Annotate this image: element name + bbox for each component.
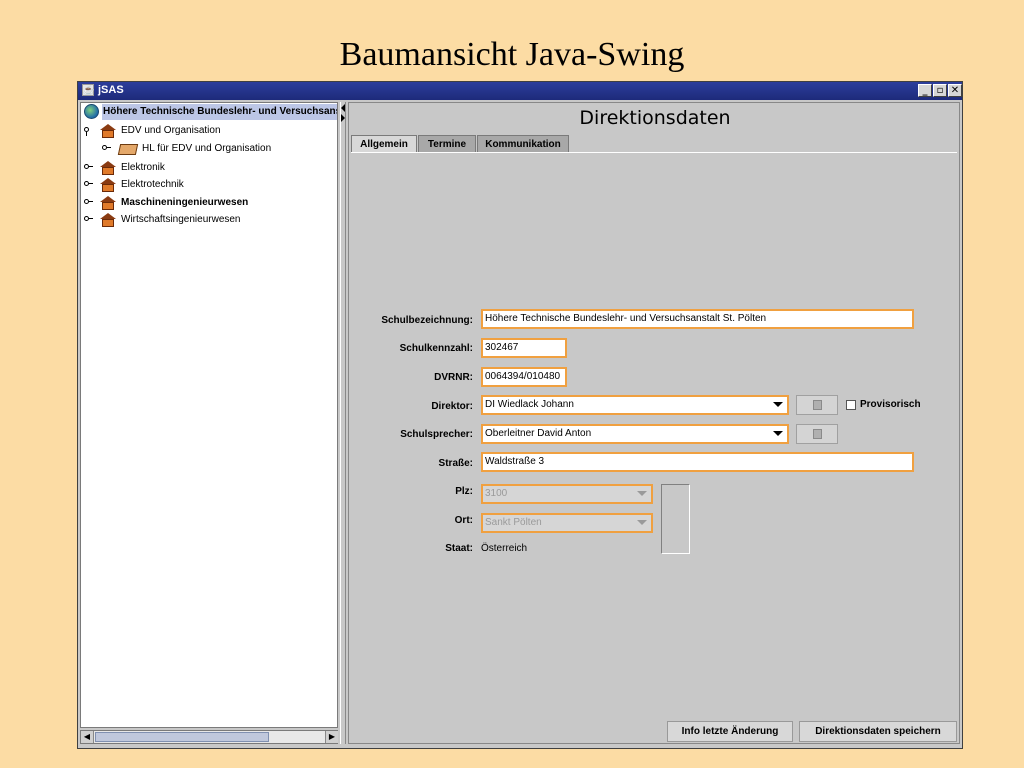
label-dvrnr: DVRNR:	[434, 372, 473, 383]
tab-kommunikation[interactable]: Kommunikation	[477, 135, 569, 152]
scroll-right-icon[interactable]: ▶	[325, 731, 338, 743]
direktor-select[interactable]: DI Wiedlack Johann	[481, 395, 789, 415]
schulkennzahl-field[interactable]: 302467	[481, 338, 567, 358]
tree-item-label: Wirtschaftsingenieurwesen	[121, 214, 241, 225]
tree-item-label: EDV und Organisation	[121, 125, 221, 136]
tree-horizontal-scrollbar[interactable]: ◀ ▶	[80, 730, 338, 744]
ort-selected-value: Sankt Pölten	[485, 517, 542, 528]
collapse-handle-icon[interactable]	[84, 199, 93, 206]
school-house-icon	[100, 124, 116, 138]
expand-handle-icon[interactable]	[84, 127, 93, 136]
collapse-left-icon[interactable]	[341, 104, 345, 112]
tab-divider	[351, 152, 957, 153]
collapse-handle-icon[interactable]	[84, 181, 93, 188]
label-schulsprecher: Schulsprecher:	[400, 429, 473, 440]
schulsprecher-select[interactable]: Oberleitner David Anton	[481, 424, 789, 444]
window-titlebar[interactable]: ☕ jSAS _ ▫ ✕	[78, 82, 962, 100]
strasse-field[interactable]: Waldstraße 3	[481, 452, 914, 472]
dropdown-arrow-icon[interactable]	[773, 431, 783, 436]
label-schulbezeichnung: Schulbezeichnung:	[381, 315, 473, 326]
direktionsdaten-speichern-button[interactable]: Direktionsdaten speichern	[799, 721, 957, 742]
direktor-selected-value: DI Wiedlack Johann	[485, 399, 574, 410]
collapse-handle-icon[interactable]	[84, 216, 93, 223]
school-house-icon	[100, 161, 116, 175]
close-button[interactable]: ✕	[948, 84, 962, 97]
collapse-handle-icon[interactable]	[84, 164, 93, 171]
slide-title: Baumansicht Java-Swing	[339, 36, 685, 73]
panel-title: Direktionsdaten	[579, 107, 731, 129]
tree-item-label: HL für EDV und Organisation	[142, 143, 272, 154]
java-app-icon: ☕	[82, 84, 95, 96]
tree-item-label: Elektronik	[121, 162, 165, 173]
label-schulkennzahl: Schulkennzahl:	[399, 343, 473, 354]
scroll-left-icon[interactable]: ◀	[81, 731, 94, 743]
tab-termine[interactable]: Termine	[418, 135, 476, 152]
edit-icon	[813, 429, 822, 439]
label-direktor: Direktor:	[431, 401, 473, 412]
label-ort: Ort:	[454, 515, 473, 526]
maximize-button[interactable]: ▫	[933, 84, 947, 97]
split-pane-divider[interactable]	[340, 102, 346, 744]
window-title: jSAS	[98, 84, 124, 96]
label-strasse: Straße:	[438, 458, 473, 469]
plz-select: 3100	[481, 484, 653, 504]
label-plz: Plz:	[455, 486, 473, 497]
scroll-thumb[interactable]	[95, 732, 269, 742]
app-window: ☕ jSAS _ ▫ ✕ Höhere Technische Bundesleh…	[77, 81, 963, 749]
direktor-edit-button[interactable]	[796, 395, 838, 415]
label-staat: Staat:	[445, 543, 473, 554]
schulbezeichnung-field[interactable]: Höhere Technische Bundeslehr- und Versuc…	[481, 309, 914, 329]
schulsprecher-selected-value: Oberleitner David Anton	[485, 428, 592, 439]
location-map-box	[661, 484, 690, 554]
globe-icon	[84, 104, 99, 119]
edit-icon	[813, 400, 822, 410]
minimize-button[interactable]: _	[918, 84, 932, 97]
school-house-icon	[100, 213, 116, 227]
collapse-handle-icon[interactable]	[102, 145, 111, 152]
plz-selected-value: 3100	[485, 488, 508, 499]
dropdown-arrow-icon[interactable]	[773, 402, 783, 407]
school-house-icon	[100, 178, 116, 192]
dropdown-arrow-icon	[637, 491, 647, 496]
provisorisch-label: Provisorisch	[860, 399, 921, 410]
tree-item-label: Elektrotechnik	[121, 179, 184, 190]
school-house-icon	[100, 196, 116, 210]
provisorisch-checkbox[interactable]	[846, 400, 856, 410]
info-letzte-aenderung-button[interactable]: Info letzte Änderung	[667, 721, 793, 742]
tree-view[interactable]: Höhere Technische Bundeslehr- und Versuc…	[80, 102, 338, 728]
tree-item-label: Maschineningenieurwesen	[121, 197, 249, 208]
tree-root-label: Höhere Technische Bundeslehr- und Versuc…	[102, 104, 337, 120]
dropdown-arrow-icon	[637, 520, 647, 525]
collapse-right-icon[interactable]	[341, 114, 345, 122]
dvrnr-field[interactable]: 0064394/010480	[481, 367, 567, 387]
schulsprecher-edit-button[interactable]	[796, 424, 838, 444]
folder-icon	[117, 144, 139, 155]
tab-allgemein[interactable]: Allgemein	[351, 135, 417, 153]
ort-select: Sankt Pölten	[481, 513, 653, 533]
content-panel: Direktionsdaten Allgemein Termine Kommun…	[348, 102, 960, 744]
staat-value: Österreich	[481, 543, 528, 554]
